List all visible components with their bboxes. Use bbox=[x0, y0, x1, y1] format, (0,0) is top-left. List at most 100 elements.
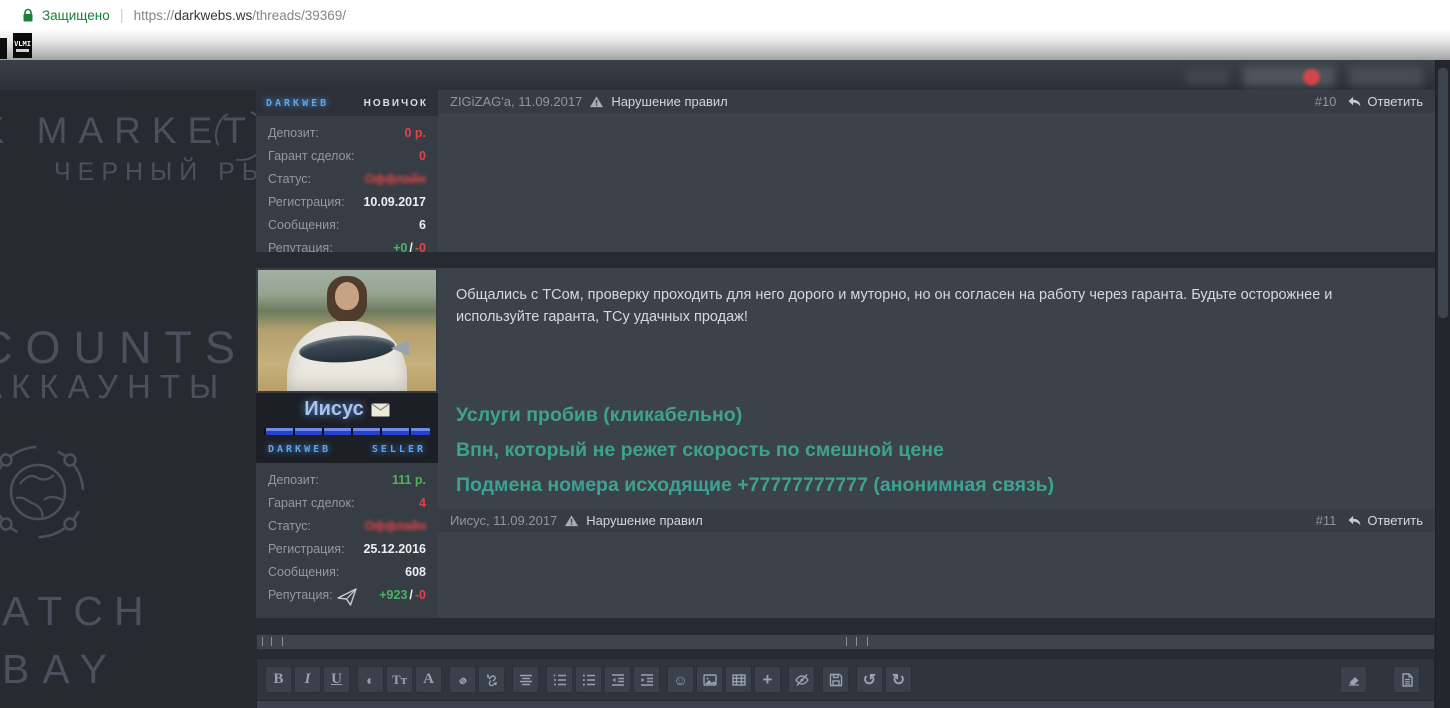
history-group: ↺ ↻ bbox=[856, 666, 912, 693]
post-author-date[interactable]: ZIGiZAG'a, 11.09.2017 bbox=[450, 94, 582, 109]
reply-editor: B I U ◐ Tт A bbox=[256, 658, 1435, 708]
post-number[interactable]: #10 bbox=[1315, 94, 1337, 109]
tick-mark bbox=[856, 637, 857, 646]
post-11: Иисус DARKWEB SELLER bbox=[256, 268, 1435, 618]
stat-label: Депозит: bbox=[268, 126, 319, 140]
security-label: Защищено bbox=[42, 8, 110, 23]
report-link[interactable]: Нарушение правил bbox=[586, 513, 702, 528]
browser-address-bar: Защищено | https://darkwebs.ws/threads/3… bbox=[0, 0, 1450, 31]
stat-label: Регистрация: bbox=[268, 195, 345, 209]
toggle-preview-eye-button[interactable] bbox=[788, 666, 815, 693]
reply-textarea[interactable]: Н bbox=[257, 700, 1434, 708]
unlink-button[interactable] bbox=[478, 666, 505, 693]
nav-blurred-item[interactable] bbox=[1243, 66, 1335, 86]
nav-blurred-item[interactable] bbox=[1185, 68, 1229, 84]
insert-image-button[interactable] bbox=[696, 666, 723, 693]
post-11-meta-row: Иисус, 11.09.2017 Нарушение правил #11 bbox=[438, 509, 1435, 532]
insert-link-button[interactable] bbox=[449, 666, 476, 693]
group-badge[interactable]: DARKWEB bbox=[268, 444, 331, 455]
alignment-button[interactable] bbox=[512, 666, 539, 693]
stat-registration: Регистрация: 10.09.2017 bbox=[268, 195, 426, 209]
signature-block: Услуги пробив (кликабельно) Впн, который… bbox=[438, 398, 1435, 503]
watermark-accounts-en: COUNTS bbox=[0, 322, 248, 374]
italic-button[interactable]: I bbox=[294, 666, 321, 693]
user-title-badge: НОВИЧОК bbox=[364, 98, 428, 109]
post-author-date[interactable]: Иисус, 11.09.2017 bbox=[450, 513, 557, 528]
watermark-accounts-ru: АККАУНТЫ bbox=[0, 368, 227, 406]
post-10-meta-row: ZIGiZAG'a, 11.09.2017 Нарушение правил #… bbox=[438, 90, 1435, 113]
group-badge[interactable]: DARKWEB bbox=[266, 98, 329, 109]
reply-label: Ответить bbox=[1367, 513, 1423, 528]
avatar[interactable] bbox=[258, 270, 436, 391]
indent-button[interactable] bbox=[633, 666, 660, 693]
horizontal-scrollbar[interactable] bbox=[256, 634, 1435, 650]
url-field[interactable]: https://darkwebs.ws/threads/39369/ bbox=[134, 8, 346, 23]
warning-icon bbox=[589, 95, 604, 108]
notification-badge[interactable] bbox=[1303, 69, 1320, 85]
post-11-user-panel: Иисус DARKWEB SELLER bbox=[256, 268, 438, 618]
more-insert-button[interactable]: + bbox=[754, 666, 781, 693]
stat-value: 608 bbox=[405, 565, 426, 579]
stat-messages: Сообщения: 6 bbox=[268, 218, 426, 232]
ordered-list-button[interactable] bbox=[546, 666, 573, 693]
stat-status: Статус: Оффлайн bbox=[268, 519, 426, 533]
save-draft-button[interactable] bbox=[822, 666, 849, 693]
signature-link[interactable]: Подмена номера исходящие +77777777777 (а… bbox=[456, 468, 1417, 503]
toolbar-right-group bbox=[1340, 666, 1426, 693]
smilies-button[interactable]: ☺ bbox=[667, 666, 694, 693]
post-10-empty-area bbox=[438, 113, 1435, 252]
url-scheme: https:// bbox=[134, 8, 175, 23]
outdent-button[interactable] bbox=[604, 666, 631, 693]
username-link[interactable]: Иисус bbox=[304, 398, 364, 421]
report-link[interactable]: Нарушение правил bbox=[611, 94, 727, 109]
stat-messages: Сообщения: 608 bbox=[268, 565, 426, 579]
stat-deals: Гарант сделок: 4 bbox=[268, 496, 426, 510]
message-envelope-icon[interactable] bbox=[371, 403, 390, 417]
vertical-scrollbar[interactable] bbox=[1435, 60, 1450, 708]
vlmi-favicon-subline bbox=[16, 49, 29, 52]
watermark-watch: ATCH bbox=[2, 588, 155, 635]
reputation-negative: -0 bbox=[415, 588, 426, 602]
remove-formatting-eraser-button[interactable] bbox=[1340, 666, 1367, 693]
stat-value: Оффлайн bbox=[365, 172, 426, 186]
post-10-main: ZIGiZAG'a, 11.09.2017 Нарушение правил #… bbox=[438, 90, 1435, 252]
underline-button[interactable]: U bbox=[323, 666, 350, 693]
bbcode-source-button[interactable] bbox=[1393, 666, 1420, 693]
post-10-user-panel: DARKWEB НОВИЧОК Депозит: 0 р. Гарант сде… bbox=[256, 90, 438, 252]
partial-favicon[interactable] bbox=[0, 38, 7, 59]
preview-group bbox=[788, 666, 815, 693]
user-badges-row: DARKWEB SELLER bbox=[262, 435, 432, 457]
experience-bar bbox=[264, 428, 430, 435]
post-number[interactable]: #11 bbox=[1316, 513, 1337, 528]
user-stats: Депозит: 111 р. Гарант сделок: 4 Статус:… bbox=[256, 463, 438, 602]
insert-media-button[interactable] bbox=[725, 666, 752, 693]
scrollbar-thumb[interactable] bbox=[1438, 68, 1448, 318]
post-11-main: Общались с ТСом, проверку проходить для … bbox=[438, 268, 1435, 618]
reputation-positive: +923 bbox=[379, 588, 407, 602]
globe-icon bbox=[0, 436, 94, 548]
reply-button[interactable]: Ответить bbox=[1347, 94, 1423, 109]
screen: Защищено | https://darkwebs.ws/threads/3… bbox=[0, 0, 1450, 708]
stat-value: +0/-0 bbox=[393, 241, 426, 252]
secure-lock-icon[interactable] bbox=[22, 8, 34, 23]
signature-link[interactable]: Впн, который не режет скорость по смешно… bbox=[456, 433, 1417, 468]
font-size-button[interactable]: Tт bbox=[386, 666, 413, 693]
nav-blurred-item[interactable] bbox=[1349, 66, 1423, 86]
redo-button[interactable]: ↻ bbox=[885, 666, 912, 693]
stat-value: 111 р. bbox=[392, 473, 426, 487]
text-color-button[interactable]: ◐ bbox=[357, 666, 384, 693]
stat-label: Статус: bbox=[268, 519, 311, 533]
font-family-button[interactable]: A bbox=[415, 666, 442, 693]
telegram-plane-icon[interactable] bbox=[337, 588, 357, 606]
unordered-list-button[interactable] bbox=[575, 666, 602, 693]
vlmi-favicon[interactable]: VLMI bbox=[13, 33, 32, 58]
signature-link[interactable]: Услуги пробив (кликабельно) bbox=[456, 398, 1417, 433]
avatar-art bbox=[335, 282, 359, 310]
stat-deals: Гарант сделок: 0 bbox=[268, 149, 426, 163]
bold-button[interactable]: B bbox=[265, 666, 292, 693]
reply-button[interactable]: Ответить bbox=[1347, 513, 1423, 528]
undo-button[interactable]: ↺ bbox=[856, 666, 883, 693]
stat-value: 25.12.2016 bbox=[363, 542, 426, 556]
user-title-badge: SELLER bbox=[372, 444, 426, 455]
stat-label: Репутация: bbox=[268, 241, 333, 252]
